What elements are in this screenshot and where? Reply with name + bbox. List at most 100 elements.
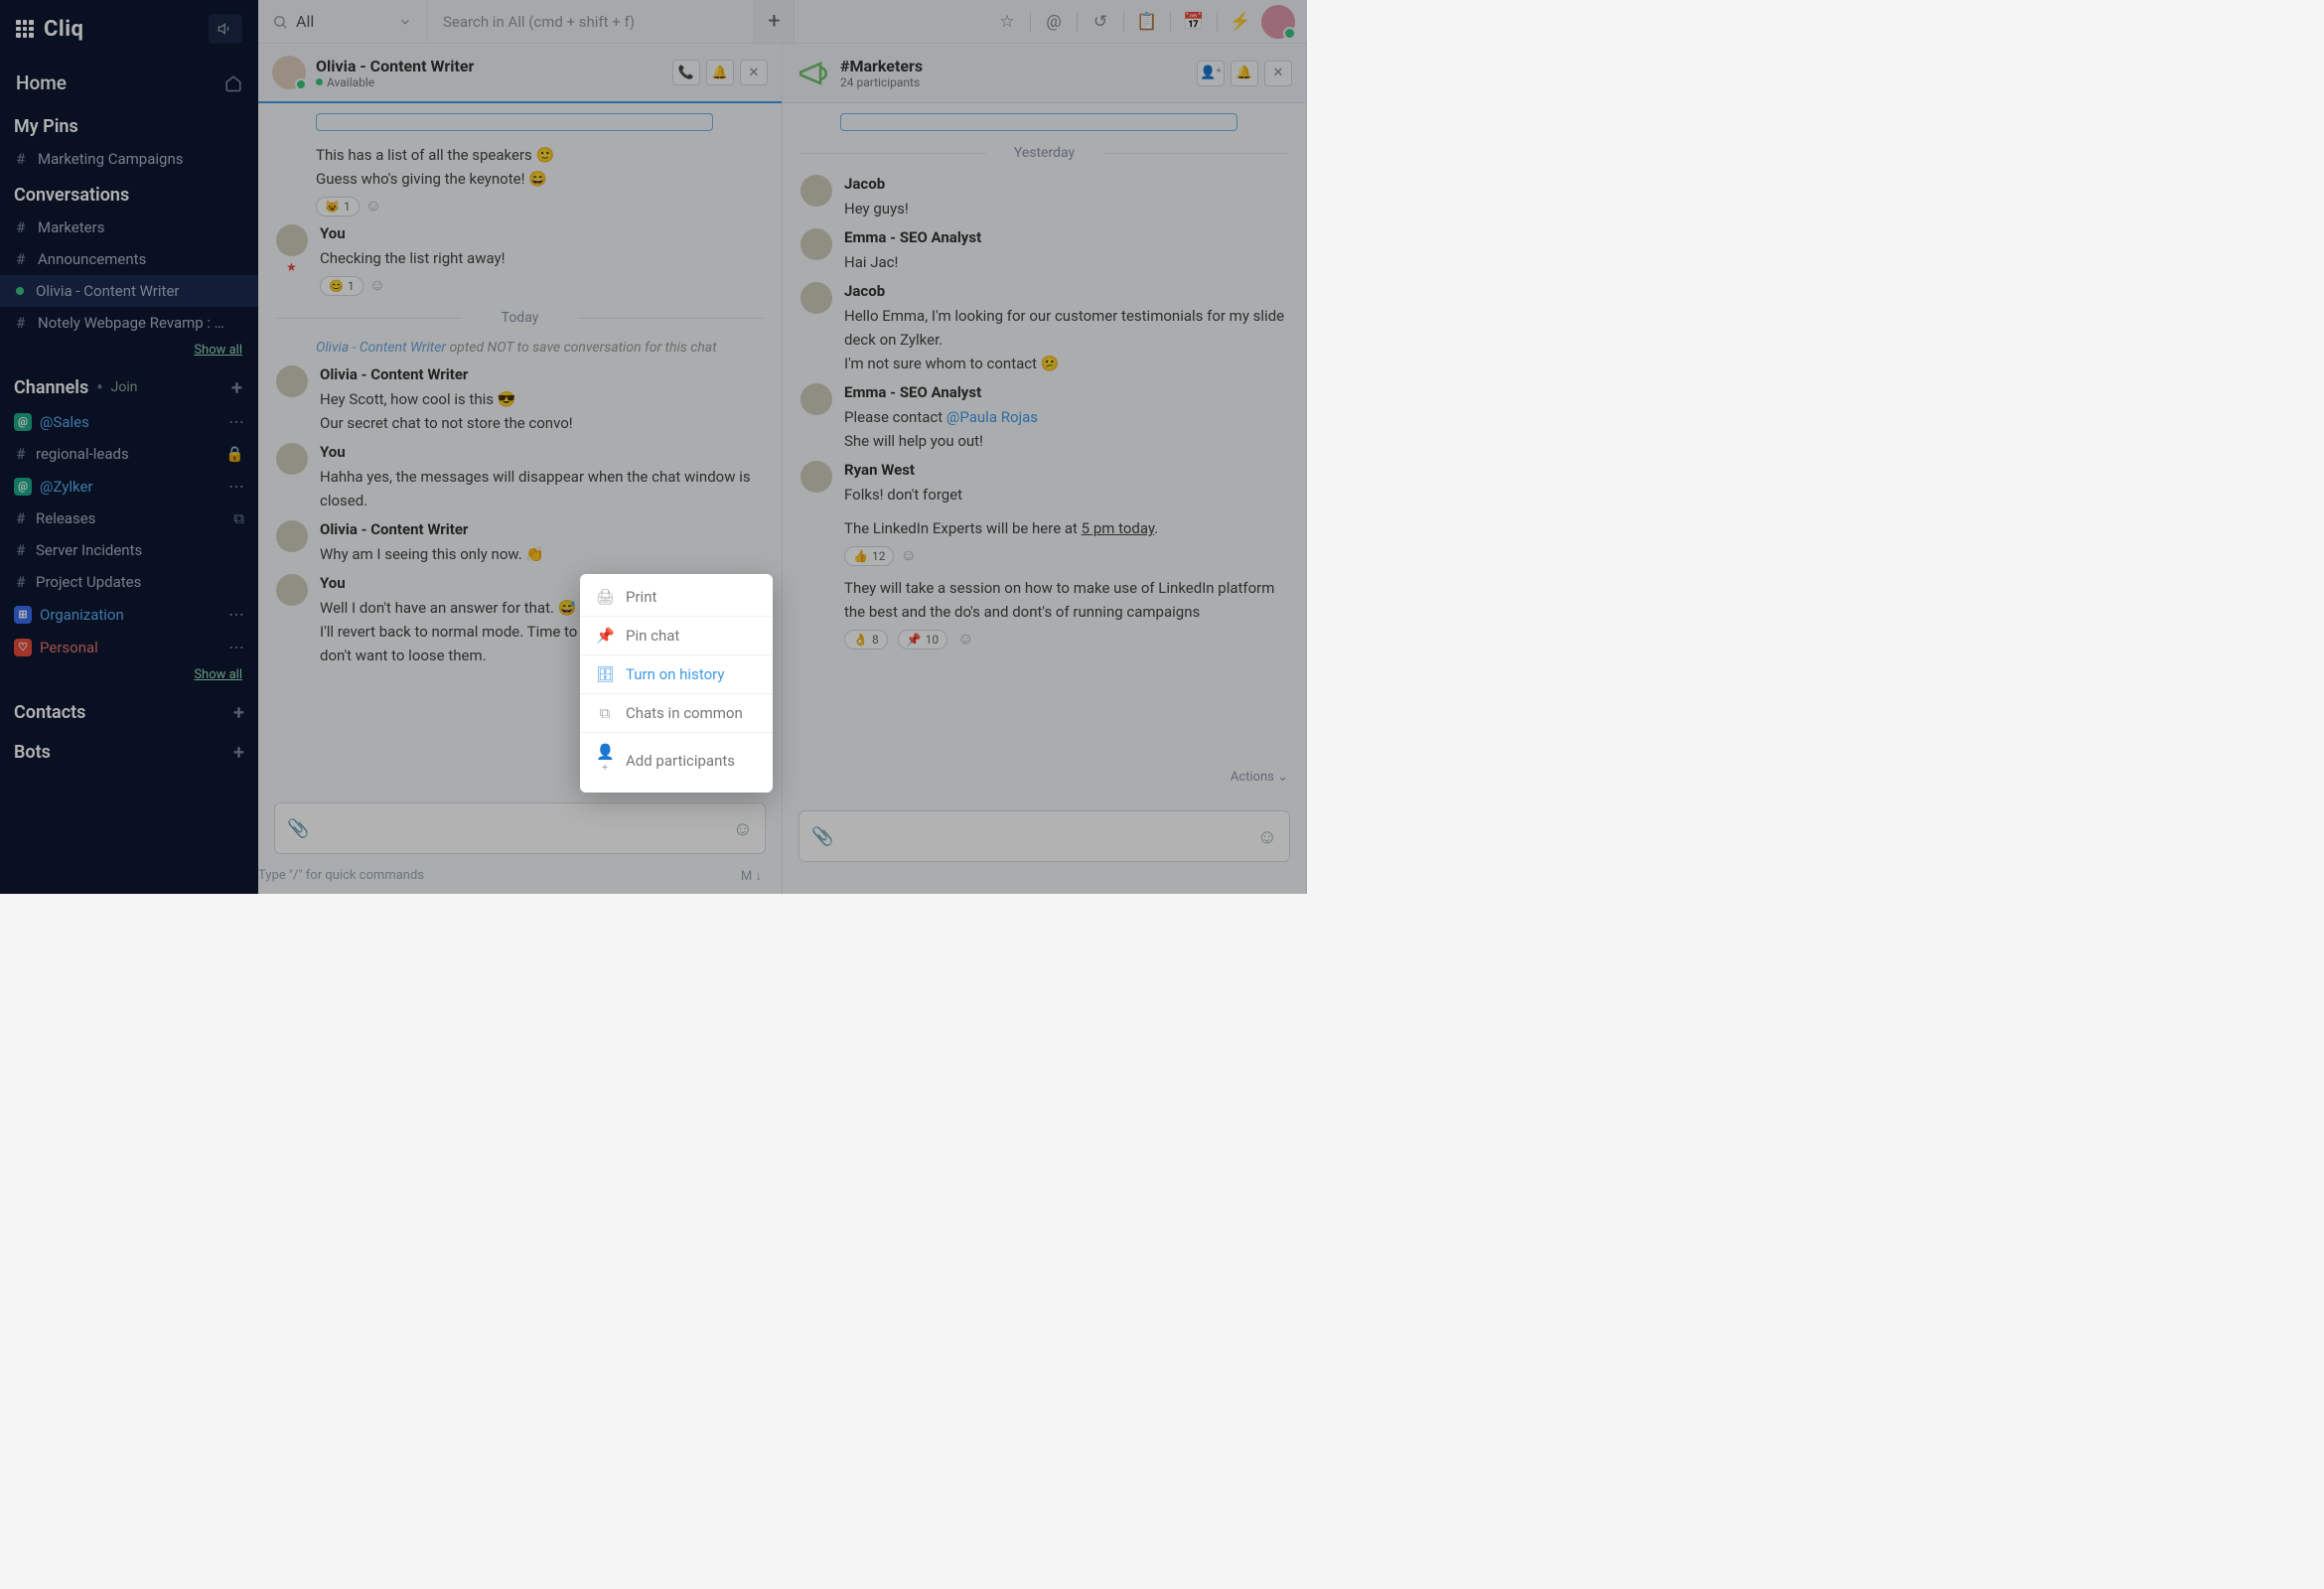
attachment-icon[interactable]: 📎 <box>287 818 309 839</box>
reaction-badge[interactable]: 👍 12 <box>844 546 894 566</box>
channel-item[interactable]: @@Zylker⋯ <box>0 470 258 503</box>
add-participant-button[interactable]: 👤⁺ <box>1197 61 1225 86</box>
reaction-badge[interactable]: 😊1 <box>320 276 363 296</box>
conversation-item[interactable]: #Announcements <box>0 243 258 275</box>
clipboard-icon[interactable]: 📋 <box>1132 12 1162 32</box>
menu-turn-on-history[interactable]: 🗄Turn on history <box>580 655 773 693</box>
reaction-badge[interactable]: 👌 8 <box>844 630 888 650</box>
notifications-button[interactable]: 🔔 <box>706 60 734 85</box>
topbar: All Search in All (cmd + shift + f) + ☆ … <box>258 0 1307 44</box>
attachment-icon[interactable]: 📎 <box>811 826 833 847</box>
more-icon[interactable]: ⋯ <box>228 412 244 431</box>
presence-dot-icon <box>16 287 24 295</box>
add-reaction-icon[interactable]: ☺ <box>365 196 381 215</box>
join-link[interactable]: Join <box>111 379 138 395</box>
show-all-link[interactable]: Show all <box>0 663 258 690</box>
bots-heading[interactable]: Bots+ <box>0 730 258 770</box>
calendar-icon[interactable]: 📅 <box>1179 12 1209 32</box>
emoji-icon[interactable]: ☺ <box>733 816 753 841</box>
history-icon: 🗄 <box>596 665 614 683</box>
notifications-button[interactable]: 🔔 <box>1231 61 1258 86</box>
reaction-badge[interactable]: 📌 10 <box>898 630 947 650</box>
markdown-toggle[interactable]: M ↓ <box>741 868 782 884</box>
call-button[interactable]: 📞 <box>672 60 700 85</box>
avatar[interactable] <box>800 228 832 260</box>
sender-name: Jacob <box>844 282 1288 300</box>
conv-label: Marketers <box>38 218 104 236</box>
message-row: Olivia - Content Writer Hey Scott, how c… <box>276 365 764 435</box>
channel-item[interactable]: @@Sales⋯ <box>0 405 258 438</box>
message-list[interactable]: Yesterday JacobHey guys! Emma - SEO Anal… <box>783 103 1306 800</box>
channel-label: Releases <box>36 509 225 527</box>
avatar[interactable] <box>276 443 308 475</box>
compose-box[interactable]: 📎 ☺ <box>799 810 1290 862</box>
sidebar-home[interactable]: Home <box>0 58 258 106</box>
new-chat-button[interactable]: + <box>755 0 795 43</box>
attachment-preview[interactable] <box>840 113 1237 131</box>
message-row: JacobHello Emma, I'm looking for our cus… <box>800 282 1288 375</box>
channel-item[interactable]: #Server Incidents <box>0 534 258 566</box>
message-text: Why am I seeing this only now. 👏 <box>320 542 764 566</box>
conversation-item-active[interactable]: Olivia - Content Writer <box>0 275 258 307</box>
conversation-item[interactable]: #Notely Webpage Revamp : … <box>0 307 258 339</box>
channel-label: regional-leads <box>36 445 218 463</box>
more-icon[interactable]: ⋯ <box>228 477 244 496</box>
printer-icon: 🖨 <box>596 588 614 606</box>
channel-item[interactable]: #Project Updates <box>0 566 258 598</box>
add-bot-icon[interactable]: + <box>233 740 244 764</box>
message-text: Our secret chat to not store the convo! <box>320 411 764 435</box>
more-icon[interactable]: ⋯ <box>228 605 244 624</box>
menu-add-participants[interactable]: 👤⁺Add participants <box>580 733 773 789</box>
add-reaction-icon[interactable]: ☺ <box>369 275 385 294</box>
more-icon[interactable]: ⋯ <box>228 638 244 656</box>
menu-chats-in-common[interactable]: ⧉Chats in common <box>580 694 773 732</box>
avatar[interactable] <box>800 282 832 314</box>
message-row: Emma - SEO AnalystPlease contact @Paula … <box>800 383 1288 453</box>
avatar[interactable] <box>276 520 308 552</box>
chat-avatar[interactable] <box>272 56 306 89</box>
reaction-badge[interactable]: 😺 1 <box>316 197 360 217</box>
close-button[interactable]: ✕ <box>740 60 768 85</box>
avatar[interactable] <box>800 175 832 207</box>
sound-toggle-button[interactable] <box>209 14 242 44</box>
channel-item[interactable]: ♡Personal⋯ <box>0 631 258 663</box>
history-icon[interactable]: ↺ <box>1086 12 1115 32</box>
profile-avatar[interactable] <box>1261 5 1295 39</box>
channel-item[interactable]: ⊞Organization⋯ <box>0 598 258 631</box>
sender-name: You <box>320 224 764 242</box>
conv-label: Olivia - Content Writer <box>36 282 179 300</box>
avatar[interactable] <box>276 365 308 397</box>
contacts-heading[interactable]: Contacts+ <box>0 690 258 730</box>
apps-grid-icon[interactable] <box>16 20 34 38</box>
avatar[interactable] <box>276 224 308 256</box>
add-contact-icon[interactable]: + <box>233 700 244 724</box>
add-reaction-icon[interactable]: ☺ <box>900 545 916 564</box>
conv-label: Announcements <box>38 250 146 268</box>
conversation-item[interactable]: #Marketers <box>0 212 258 243</box>
mention[interactable]: @Paula Rojas <box>946 408 1038 426</box>
filter-dropdown[interactable]: All <box>258 0 427 43</box>
avatar[interactable] <box>800 461 832 493</box>
sender-name: Jacob <box>844 175 1288 193</box>
plug-icon[interactable]: ⚡ <box>1226 12 1255 32</box>
message-row: You Hahha yes, the messages will disappe… <box>276 443 764 512</box>
actions-dropdown[interactable]: Actions ⌄ <box>1231 770 1288 785</box>
add-channel-icon[interactable]: + <box>231 375 242 399</box>
star-icon[interactable]: ☆ <box>992 12 1022 32</box>
pin-item[interactable]: #Marketing Campaigns <box>0 143 258 175</box>
star-icon[interactable]: ★ <box>286 260 308 274</box>
close-button[interactable]: ✕ <box>1264 61 1292 86</box>
mentions-icon[interactable]: @ <box>1039 12 1069 32</box>
avatar[interactable] <box>800 383 832 415</box>
search-input[interactable]: Search in All (cmd + shift + f) <box>427 0 755 43</box>
emoji-icon[interactable]: ☺ <box>1257 824 1277 849</box>
channel-item[interactable]: #Releases⧉ <box>0 503 258 534</box>
show-all-link[interactable]: Show all <box>0 339 258 365</box>
attachment-preview[interactable] <box>316 113 713 131</box>
channel-item[interactable]: #regional-leads🔒 <box>0 438 258 470</box>
menu-print[interactable]: 🖨Print <box>580 578 773 616</box>
avatar[interactable] <box>276 574 308 606</box>
add-reaction-icon[interactable]: ☺ <box>957 629 973 648</box>
compose-box[interactable]: 📎 ☺ <box>274 802 766 854</box>
menu-pin-chat[interactable]: 📌Pin chat <box>580 617 773 654</box>
